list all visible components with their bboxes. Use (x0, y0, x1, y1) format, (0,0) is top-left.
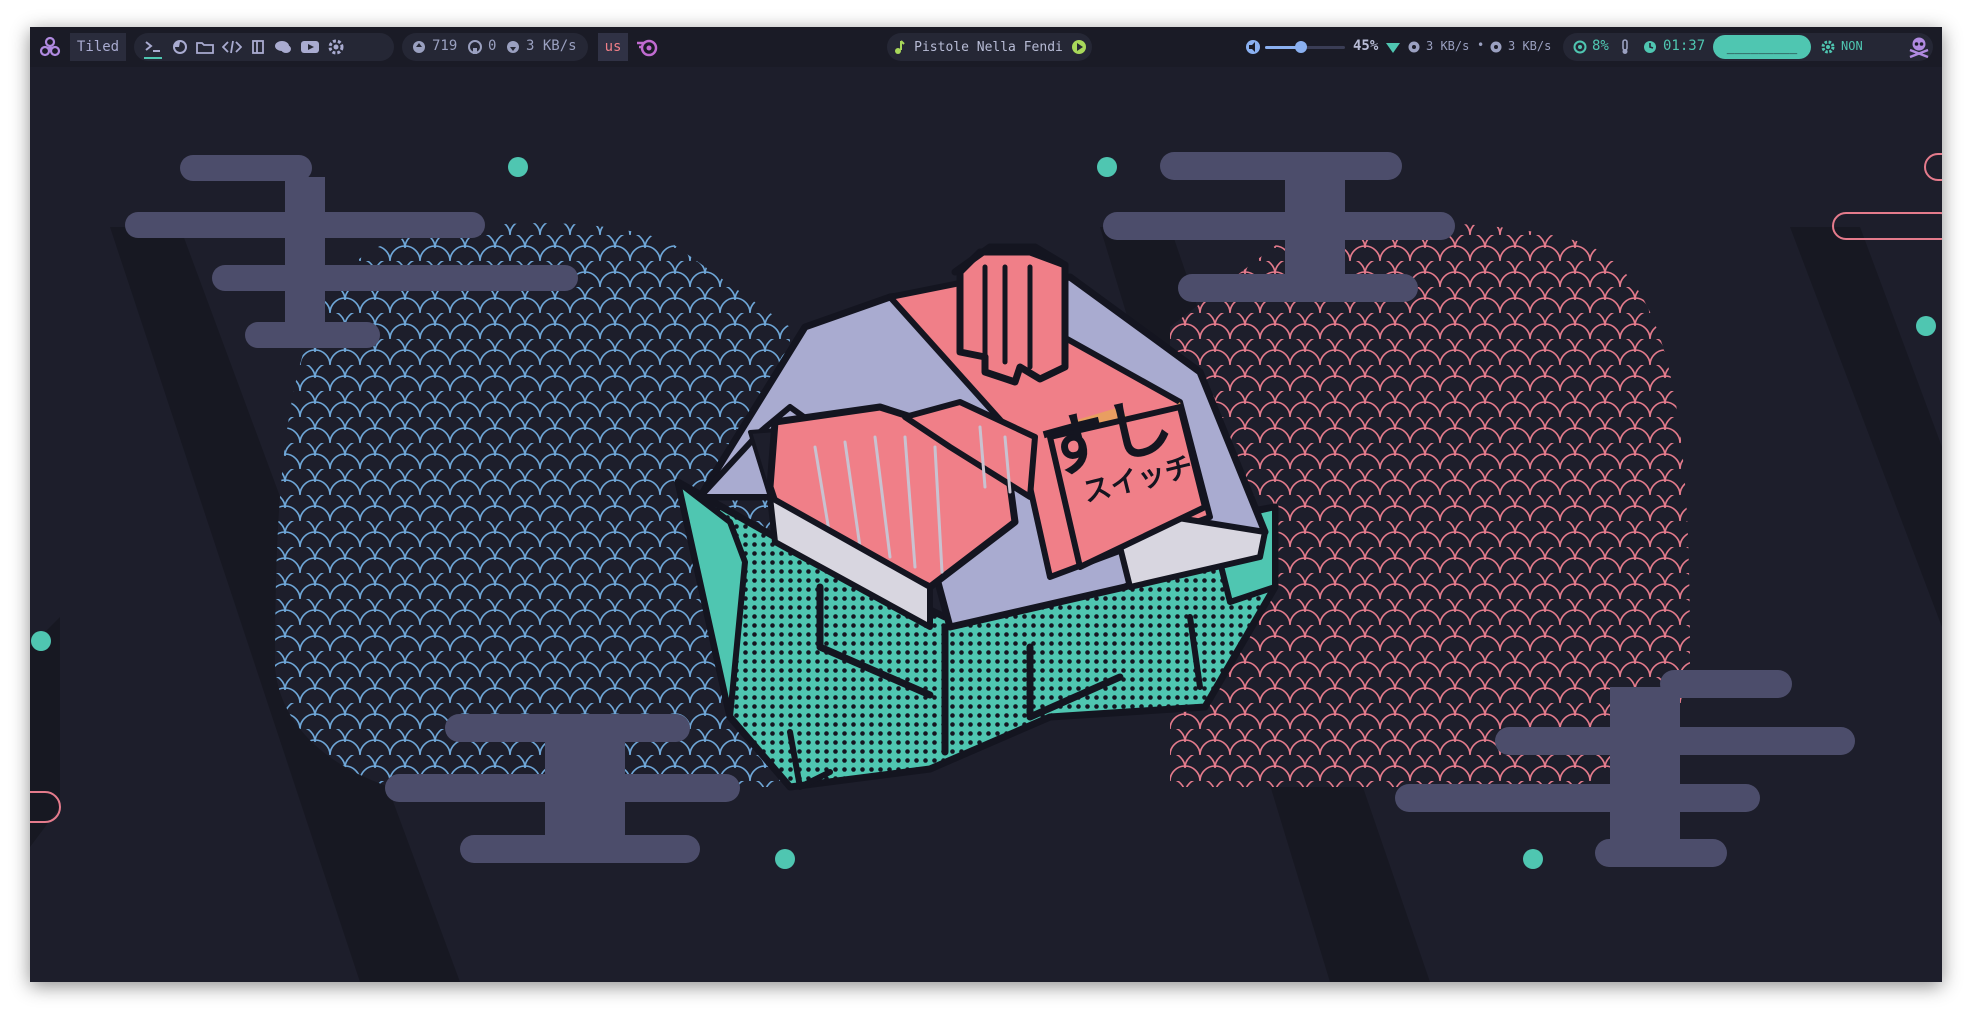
skull-icon[interactable] (1906, 34, 1932, 60)
workspaces (134, 33, 394, 61)
now-playing[interactable]: Pistole Nella Fendi (887, 33, 1092, 61)
cpu-percent: 8% (1592, 38, 1609, 54)
folder-icon[interactable] (196, 39, 214, 55)
volume-slider[interactable] (1265, 41, 1345, 53)
layout-label: Tiled (76, 39, 120, 55)
firefox-icon[interactable] (172, 39, 188, 55)
net-separator: • (1477, 38, 1485, 52)
volume-slider-knob[interactable] (1295, 41, 1307, 53)
desktop-screen: すし スイッチ Tiled 719 0 3 KB/s us Pistole Ne… (30, 27, 1942, 982)
upload-icon (1490, 41, 1502, 53)
music-note-icon (892, 40, 906, 54)
wifi-icon[interactable] (1385, 39, 1401, 55)
github-icon[interactable] (468, 40, 482, 54)
updates-icon[interactable] (412, 40, 426, 54)
youtube-icon[interactable] (300, 39, 320, 55)
search-input[interactable]: _________ (1713, 35, 1811, 59)
outline-pill (1924, 153, 1942, 181)
terminal-icon[interactable] (144, 39, 162, 55)
notes-icon[interactable] (250, 39, 266, 55)
chat-icon[interactable] (274, 39, 292, 55)
top-bar: Tiled 719 0 3 KB/s us Pistole Nella Fend… (30, 27, 1942, 67)
layout-indicator[interactable]: Tiled (70, 33, 126, 61)
status-pill: 8% 01:37 PM _________ NON (1563, 33, 1933, 61)
download-icon (1408, 41, 1420, 53)
biohazard-icon[interactable] (38, 35, 62, 59)
cpu-icon (1573, 40, 1587, 54)
now-playing-title: Pistole Nella Fendi (914, 39, 1063, 55)
settings-icon[interactable] (328, 39, 344, 55)
shadow-band (30, 617, 60, 847)
net-down: 3 KB/s (1426, 39, 1470, 53)
net-speed-left: 3 KB/s (526, 38, 577, 54)
active-workspace-indicator (144, 57, 162, 59)
volume-percent: 45% (1353, 38, 1379, 54)
keyboard-layout-label: us (604, 39, 622, 55)
net-up: 3 KB/s (1508, 39, 1552, 53)
volume-icon[interactable] (1245, 39, 1261, 55)
wallpaper (30, 152, 1942, 982)
thermometer-icon (1620, 39, 1630, 55)
system-stats: 719 0 3 KB/s (402, 33, 588, 61)
code-icon[interactable] (222, 39, 242, 55)
clock-icon (1643, 40, 1657, 54)
search-placeholder: _________ (1726, 39, 1798, 55)
mode-label: NON (1841, 39, 1863, 53)
network-icon (506, 40, 520, 54)
play-icon[interactable] (1071, 39, 1087, 55)
github-count: 0 (488, 38, 497, 54)
updates-count: 719 (432, 38, 458, 54)
blender-icon[interactable] (636, 37, 658, 57)
mode-gear-icon[interactable] (1821, 40, 1835, 54)
keyboard-layout[interactable]: us (598, 33, 628, 61)
shadow-band (1790, 227, 1942, 627)
